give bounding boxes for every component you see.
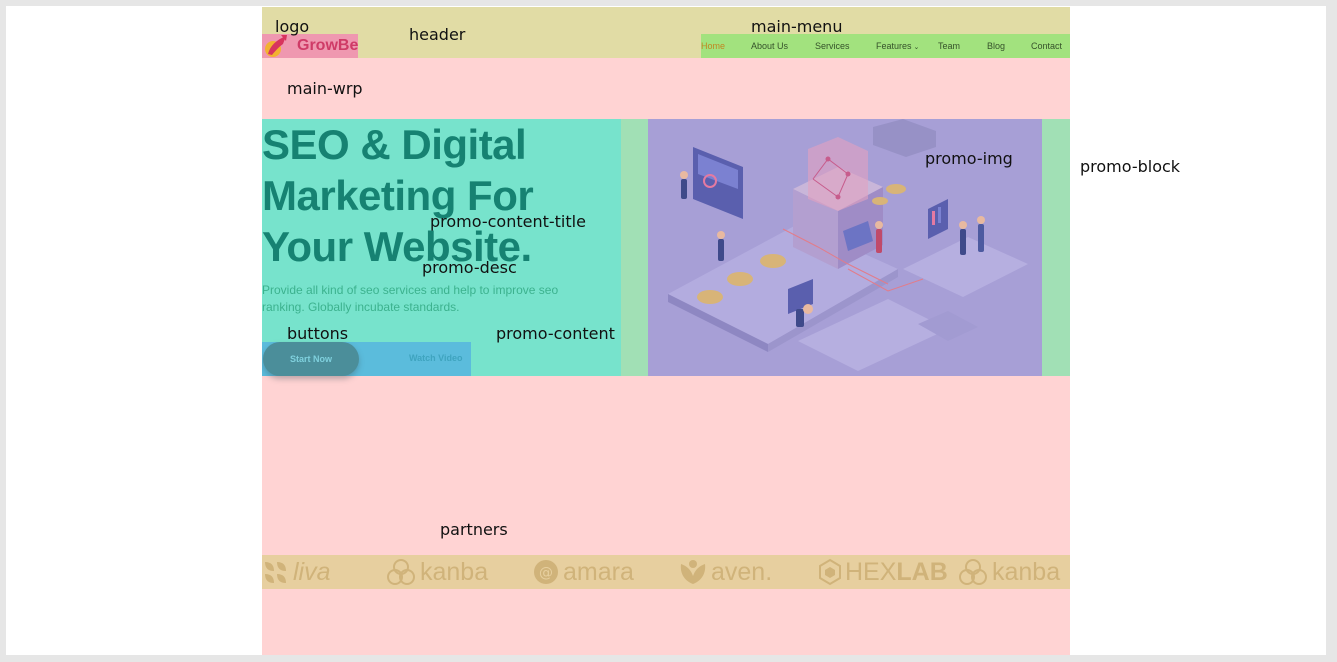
amara-logo-icon: @ xyxy=(534,560,558,584)
logo[interactable]: GrowBe xyxy=(262,34,358,58)
hexlab-logo-icon xyxy=(819,558,841,586)
partner-liva: liva xyxy=(262,557,331,587)
partner-kanba-2: kanba xyxy=(957,557,1060,587)
page: GrowBe Home About Us Services Features ⌄ … xyxy=(262,7,1070,655)
partner-name: liva xyxy=(293,557,331,586)
menu-item-contact[interactable]: Contact xyxy=(1031,41,1062,51)
label-buttons: buttons xyxy=(287,324,349,343)
menu-item-team[interactable]: Team xyxy=(938,41,960,51)
kanba-logo-icon xyxy=(959,559,987,585)
menu-item-features-label: Features xyxy=(876,41,912,51)
chevron-down-icon: ⌄ xyxy=(913,44,920,51)
label-promo-block: promo-block xyxy=(1080,157,1181,176)
watch-video-button[interactable]: Watch Video xyxy=(409,353,463,363)
logo-text: GrowBe xyxy=(297,37,359,54)
buttons: Start Now Watch Video xyxy=(262,342,471,376)
promo-content-title: SEO & Digital Marketing For Your Website… xyxy=(262,121,534,270)
partner-name: kanba xyxy=(420,557,489,586)
partner-name: aven. xyxy=(711,557,773,586)
svg-text:@: @ xyxy=(539,565,553,581)
menu-item-about-us[interactable]: About Us xyxy=(751,41,788,51)
menu-item-blog[interactable]: Blog xyxy=(987,41,1005,51)
main-menu: Home About Us Services Features ⌄ Team Bl… xyxy=(701,34,1070,58)
label-header: header xyxy=(409,25,466,44)
label-promo-content-title: promo-content-title xyxy=(430,212,586,231)
partner-aven: aven. xyxy=(678,557,772,587)
partner-name-hex: HEX xyxy=(845,557,897,586)
label-partners: partners xyxy=(440,520,508,539)
partner-kanba: kanba xyxy=(385,557,488,587)
kanba-logo-icon xyxy=(387,559,415,585)
menu-item-features[interactable]: Features ⌄ xyxy=(876,41,919,51)
aven-logo-icon xyxy=(680,560,706,584)
label-logo: logo xyxy=(275,17,310,36)
promo-desc: Provide all kind of seo services and hel… xyxy=(262,283,559,314)
label-promo-img: promo-img xyxy=(925,149,1013,168)
label-promo-content: promo-content xyxy=(496,324,615,343)
label-main-menu: main-menu xyxy=(751,17,843,36)
label-promo-desc: promo-desc xyxy=(422,258,517,277)
partner-name: amara xyxy=(563,557,634,586)
start-now-button[interactable]: Start Now xyxy=(263,342,359,376)
partner-name-lab: LAB xyxy=(896,557,948,586)
partner-amara: @ amara xyxy=(532,557,634,587)
logo-rocket-icon xyxy=(265,35,287,57)
label-main-wrp: main-wrp xyxy=(287,79,363,98)
partner-name: kanba xyxy=(992,557,1061,586)
menu-item-services[interactable]: Services xyxy=(815,41,850,51)
liva-logo-icon xyxy=(265,562,286,583)
partners: liva kanba @ amara aven. HEX LAB kanba xyxy=(262,555,1070,589)
menu-item-home[interactable]: Home xyxy=(701,41,725,51)
partner-hexlab: HEX LAB xyxy=(818,557,948,587)
